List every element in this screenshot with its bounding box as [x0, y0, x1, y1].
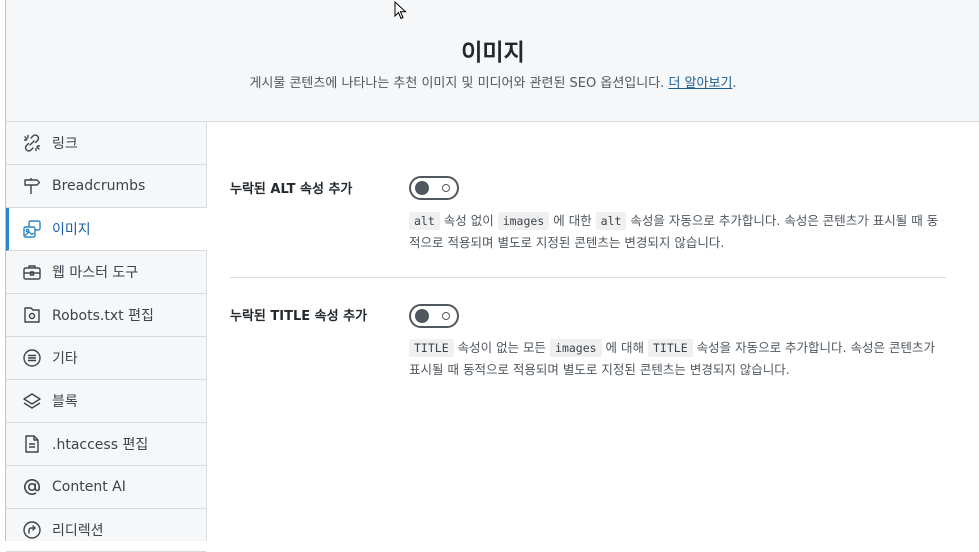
page-header: 이미지 게시물 콘텐츠에 나타나는 추천 이미지 및 미디어와 관련된 SEO …	[6, 0, 979, 122]
redirect-icon	[22, 520, 42, 540]
inline-code: images	[550, 339, 602, 357]
sidebar-item-label: 웹 마스터 도구	[52, 265, 139, 281]
sidebar-item-htaccess[interactable]: .htaccess 편집	[6, 423, 206, 466]
layers-icon	[22, 391, 42, 411]
inline-code: images	[497, 212, 550, 230]
sidebar-item-blocks[interactable]: 블록	[6, 380, 206, 423]
sidebar-item-label: Robots.txt 편집	[52, 308, 154, 324]
sidebar-item-label: 블록	[52, 394, 78, 410]
sidebar-nav: 링크 Breadcrumbs 이미지 웹 마스터 도구 Robots.txt 편…	[6, 122, 207, 552]
inline-code: TITLE	[648, 339, 693, 357]
setting-label: 누락된 TITLE 속성 추가	[230, 309, 368, 324]
sidebar-item-label: 리디렉션	[52, 523, 104, 539]
list-circle-icon	[22, 348, 42, 368]
setting-add-missing-title: 누락된 TITLE 속성 추가 TITLE 속성이 없는 모든 images 에…	[230, 278, 946, 406]
signpost-icon	[22, 176, 42, 196]
link-icon	[22, 133, 42, 153]
settings-content: 누락된 ALT 속성 추가 alt 속성 없이 images 에 대한 alt …	[230, 150, 946, 406]
inline-code: alt	[595, 212, 627, 230]
inline-code: TITLE	[409, 339, 454, 357]
images-icon	[22, 219, 42, 239]
sidebar-item-content-ai[interactable]: Content AI	[6, 466, 206, 509]
setting-add-missing-alt: 누락된 ALT 속성 추가 alt 속성 없이 images 에 대한 alt …	[230, 150, 946, 278]
page-title: 이미지	[461, 40, 525, 66]
sidebar-item-links[interactable]: 링크	[6, 122, 206, 165]
learn-more-link[interactable]: 더 알아보기	[668, 76, 732, 91]
toolbox-icon	[22, 262, 42, 282]
mouse-cursor-icon	[394, 1, 407, 20]
sidebar-item-webmaster-tools[interactable]: 웹 마스터 도구	[6, 251, 206, 294]
setting-label: 누락된 ALT 속성 추가	[230, 182, 353, 197]
sidebar-item-label: 이미지	[52, 222, 91, 238]
sidebar-item-images[interactable]: 이미지	[6, 208, 207, 251]
toggle-knob	[415, 181, 429, 195]
toggle-off-indicator	[442, 312, 450, 320]
sidebar-item-misc[interactable]: 기타	[6, 337, 206, 380]
setting-help-text: TITLE 속성이 없는 모든 images 에 대해 TITLE 속성을 자동…	[409, 337, 949, 381]
sidebar-item-label: .htaccess 편집	[52, 437, 149, 453]
sidebar-item-label: Content AI	[52, 479, 126, 495]
sidebar-item-label: 기타	[52, 351, 78, 367]
sidebar-item-robots-txt[interactable]: Robots.txt 편집	[6, 294, 206, 337]
add-missing-alt-toggle[interactable]	[409, 176, 459, 200]
inline-code: alt	[409, 212, 440, 230]
toggle-off-indicator	[442, 184, 450, 192]
folder-icon	[22, 305, 42, 325]
at-icon	[22, 477, 42, 497]
toggle-knob	[415, 309, 429, 323]
sidebar-item-breadcrumbs[interactable]: Breadcrumbs	[6, 165, 206, 208]
setting-help-text: alt 속성 없이 images 에 대한 alt 속성을 자동으로 추가합니다…	[409, 210, 949, 254]
help-text: 속성 없이	[439, 213, 498, 228]
help-text: 에 대한	[549, 213, 596, 228]
sidebar-item-label: 링크	[52, 136, 78, 152]
add-missing-title-toggle[interactable]	[409, 304, 459, 328]
description-period: .	[732, 76, 737, 91]
sidebar-item-redirections[interactable]: 리디렉션	[6, 509, 206, 552]
description-text: 게시물 콘텐츠에 나타나는 추천 이미지 및 미디어와 관련된 SEO 옵션입니…	[249, 76, 665, 91]
file-text-icon	[22, 434, 42, 454]
sidebar-item-label: Breadcrumbs	[52, 178, 146, 194]
page-description: 게시물 콘텐츠에 나타나는 추천 이미지 및 미디어와 관련된 SEO 옵션입니…	[6, 72, 979, 91]
help-text: 에 대해	[601, 340, 648, 355]
help-text: 속성이 없는 모든	[453, 340, 551, 355]
